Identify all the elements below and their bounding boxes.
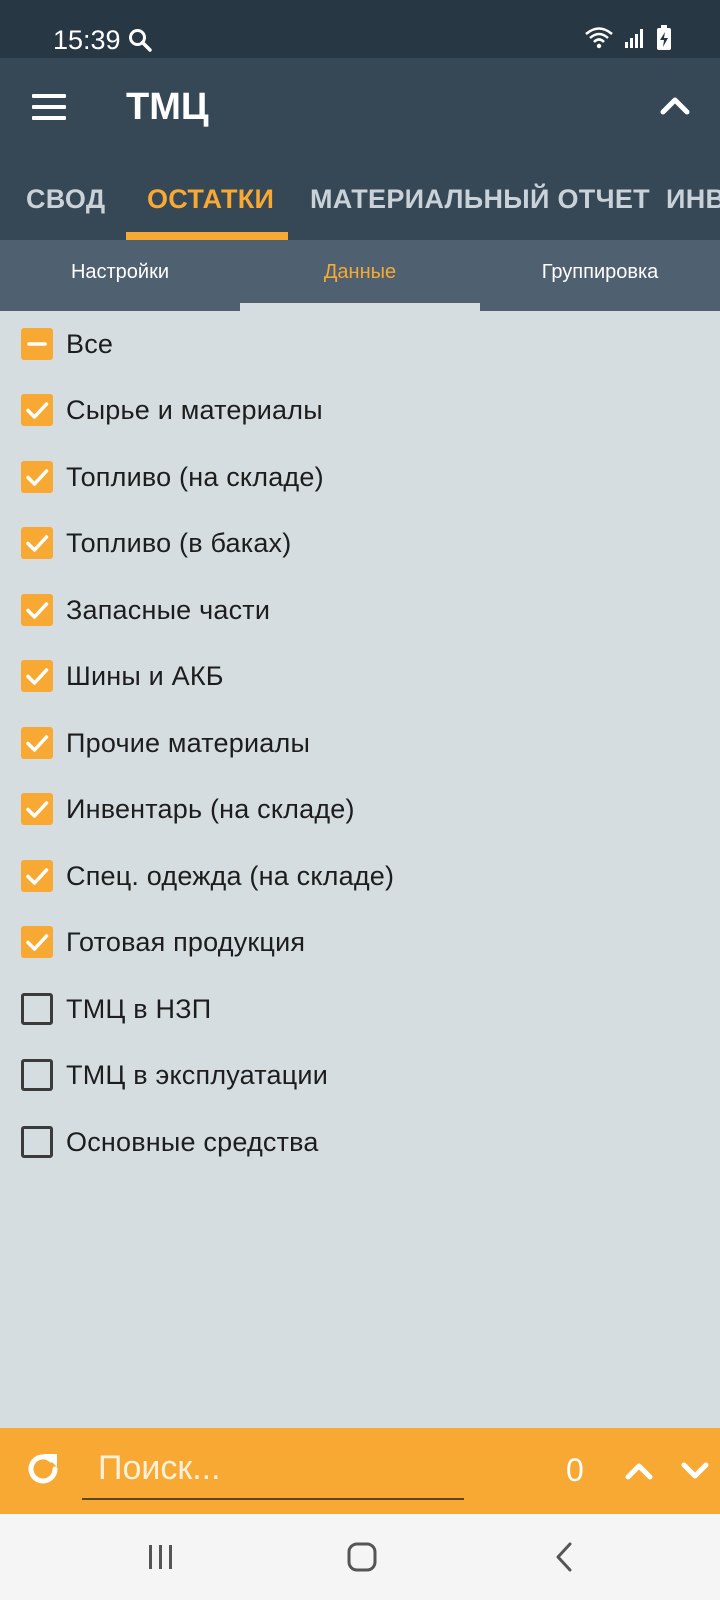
subtab-settings[interactable]: Настройки xyxy=(0,240,240,311)
checkbox[interactable] xyxy=(21,993,53,1025)
list-item[interactable]: Топливо (на складе) xyxy=(0,444,720,510)
list-item-label: ТМЦ в НЗП xyxy=(66,994,212,1024)
list-item[interactable]: Инвентарь (на складе) xyxy=(0,776,720,842)
wifi-icon xyxy=(584,26,614,55)
active-tab-indicator xyxy=(126,232,288,240)
checkbox[interactable] xyxy=(21,328,53,360)
app-bar: ТМЦ xyxy=(0,58,720,158)
list-item-label: Шины и АКБ xyxy=(66,661,224,691)
checkbox[interactable] xyxy=(21,793,53,825)
checkbox[interactable] xyxy=(21,394,53,426)
list-item[interactable]: ТМЦ в НЗП xyxy=(0,976,720,1042)
list-item-label: Все xyxy=(66,329,114,359)
recent-apps-icon[interactable] xyxy=(146,1542,176,1577)
list-item[interactable]: Запасные части xyxy=(0,577,720,643)
checkbox[interactable] xyxy=(21,461,53,493)
tab-svod[interactable]: СВОД xyxy=(26,184,105,215)
status-time: 15:39 xyxy=(53,25,121,55)
list-item-label: ТМЦ в эксплуатации xyxy=(66,1060,328,1090)
checkbox[interactable] xyxy=(21,527,53,559)
search-result-count: 0 xyxy=(566,1452,584,1488)
tab-ostatki[interactable]: ОСТАТКИ xyxy=(147,184,274,215)
signal-icon xyxy=(624,27,646,54)
active-subtab-indicator xyxy=(240,303,480,311)
checkbox[interactable] xyxy=(21,594,53,626)
list-item-label: Сырье и материалы xyxy=(66,395,323,425)
list-item[interactable]: Сырье и материалы xyxy=(0,377,720,443)
list-item[interactable]: ТМЦ в эксплуатации xyxy=(0,1042,720,1108)
list-item-label: Готовая продукция xyxy=(66,927,306,957)
hamburger-menu-icon[interactable] xyxy=(32,94,66,120)
checkbox[interactable] xyxy=(21,1126,53,1158)
list-item-label: Топливо (на складе) xyxy=(66,462,324,492)
chevron-down-icon[interactable] xyxy=(680,1460,710,1487)
refresh-icon[interactable] xyxy=(24,1450,62,1493)
subtab-data[interactable]: Данные xyxy=(240,240,480,311)
list-item-label: Основные средства xyxy=(66,1127,319,1157)
checkbox[interactable] xyxy=(21,926,53,958)
list-item-label: Топливо (в баках) xyxy=(66,528,292,558)
list-item[interactable]: Шины и АКБ xyxy=(0,643,720,709)
list-item[interactable]: Спец. одежда (на складе) xyxy=(0,843,720,909)
sub-tabs: Настройки Данные Группировка xyxy=(0,240,720,311)
battery-icon xyxy=(656,25,672,56)
search-input[interactable] xyxy=(82,1438,464,1500)
list-item[interactable]: Основные средства xyxy=(0,1109,720,1175)
search-icon xyxy=(128,28,152,57)
list-item[interactable]: Прочие материалы xyxy=(0,710,720,776)
chevron-up-icon[interactable] xyxy=(660,96,690,121)
system-nav-bar xyxy=(0,1514,720,1600)
status-bar: 15:39 xyxy=(0,0,720,58)
checkbox[interactable] xyxy=(21,727,53,759)
app-title: ТМЦ xyxy=(126,86,209,128)
checkbox[interactable] xyxy=(21,660,53,692)
chevron-up-icon[interactable] xyxy=(624,1460,654,1487)
checkbox[interactable] xyxy=(21,1059,53,1091)
list-item[interactable]: Готовая продукция xyxy=(0,909,720,975)
list-item-label: Спец. одежда (на складе) xyxy=(66,861,395,891)
list-item-label: Запасные части xyxy=(66,595,271,625)
tab-inv[interactable]: ИНВ xyxy=(666,184,720,215)
list-item[interactable]: Топливо (в баках) xyxy=(0,510,720,576)
checkbox[interactable] xyxy=(21,860,53,892)
list-item-label: Инвентарь (на складе) xyxy=(66,794,355,824)
list-item[interactable]: Все xyxy=(0,311,720,377)
back-icon[interactable] xyxy=(552,1542,578,1577)
home-icon[interactable] xyxy=(347,1542,377,1577)
main-tabs: СВОД ОСТАТКИ МАТЕРИАЛЬНЫЙ ОТЧЕТ ИНВ xyxy=(0,158,720,240)
subtab-grouping[interactable]: Группировка xyxy=(480,240,720,311)
search-bar: 0 xyxy=(0,1428,720,1514)
tab-material-report[interactable]: МАТЕРИАЛЬНЫЙ ОТЧЕТ xyxy=(310,184,650,215)
list-item-label: Прочие материалы xyxy=(66,728,311,758)
